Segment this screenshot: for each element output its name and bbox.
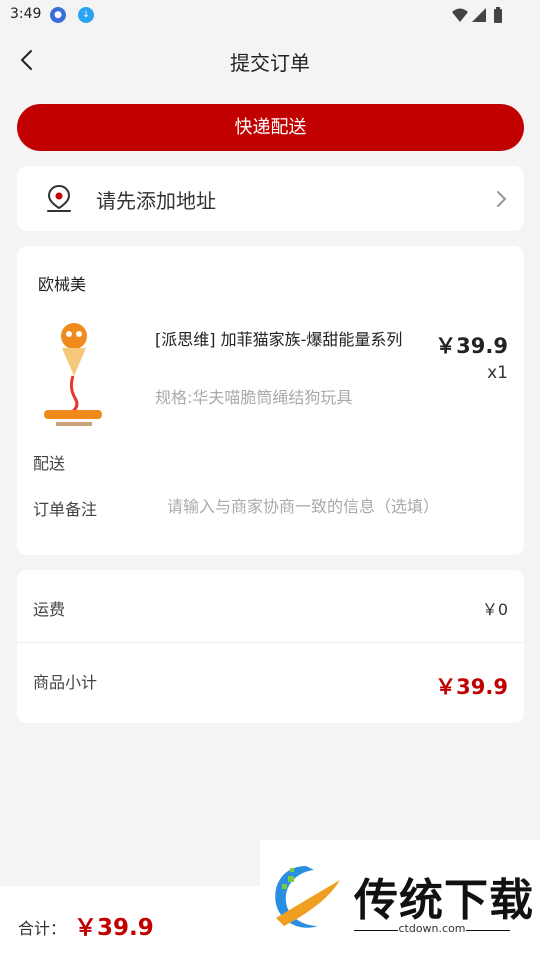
watermark-divider — [466, 930, 510, 931]
page-title: 提交订单 — [230, 51, 310, 75]
address-selector[interactable]: 请先添加地址 — [17, 166, 524, 231]
status-time: 3:49 — [10, 6, 42, 22]
summary-card: 运费 ￥0 商品小计 ￥39.9 — [17, 570, 524, 723]
total-value: ￥39.9 — [74, 915, 154, 941]
product-image[interactable] — [42, 320, 106, 432]
chevron-right-icon — [497, 191, 507, 207]
download-notification-icon: ↓ — [78, 7, 94, 23]
notification-app-icon: ● — [50, 7, 66, 23]
shipping-label: 运费 — [33, 600, 66, 619]
wifi-icon — [452, 8, 468, 22]
status-bar: 3:49 ● ↓ — [0, 0, 540, 32]
watermark-text: 传统下载 — [354, 875, 534, 926]
product-price: ￥39.9 — [435, 334, 508, 358]
subtotal-value: ￥39.9 — [435, 675, 508, 699]
remark-input[interactable] — [167, 493, 507, 519]
shipping-value: ￥0 — [481, 600, 508, 619]
subtotal-label: 商品小计 — [33, 673, 98, 692]
watermark-logo-icon — [275, 866, 340, 928]
product-quantity: x1 — [487, 363, 508, 383]
product-title[interactable]: [派思维] 加菲猫家族-爆甜能量系列 — [155, 326, 405, 350]
product-spec: 规格:华夫喵脆筒绳结狗玩具 — [155, 388, 353, 407]
shipping-row: 运费 ￥0 — [17, 570, 524, 643]
delivery-label: 配送 — [33, 454, 66, 473]
express-delivery-button[interactable]: 快递配送 — [17, 104, 524, 151]
battery-icon — [494, 9, 502, 23]
watermark-domain: ctdown.com — [398, 922, 466, 935]
subtotal-row: 商品小计 ￥39.9 — [17, 643, 524, 723]
status-icons — [452, 7, 502, 23]
remark-label: 订单备注 — [33, 500, 98, 519]
watermark: 传统下载 ctdown.com — [260, 840, 540, 940]
total-label: 合计： — [18, 919, 67, 938]
address-prompt: 请先添加地址 — [96, 189, 216, 213]
signal-icon — [472, 8, 486, 22]
location-icon — [47, 184, 71, 212]
shop-name: 欧械美 — [38, 275, 87, 294]
nav-bar: 提交订单 — [0, 32, 540, 88]
